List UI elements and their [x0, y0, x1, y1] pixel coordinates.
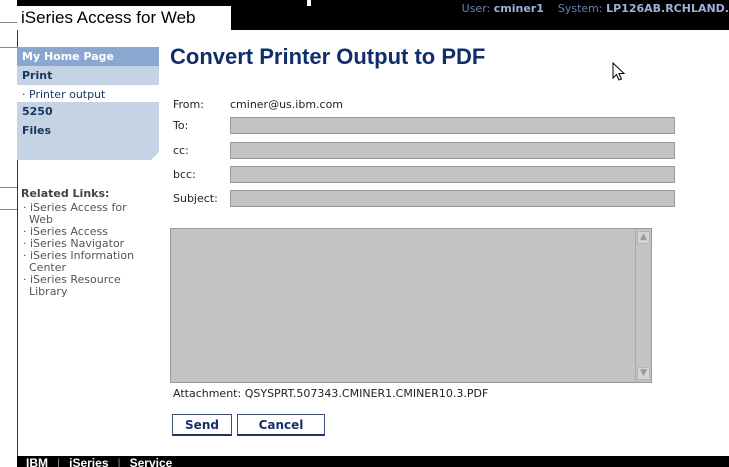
footer-bar: IBM | iSeries | Service	[17, 456, 729, 467]
footer-link-ibm[interactable]: IBM	[17, 456, 57, 467]
related-link-resource-library[interactable]: · iSeries Resource Library	[21, 274, 151, 298]
nav-item-printer-output[interactable]: · Printer output	[17, 85, 159, 102]
banner-decoration	[307, 0, 311, 6]
textarea-scrollbar[interactable]: ▲ ▼	[635, 229, 651, 382]
system-value: LP126AB.RCHLAND.	[606, 2, 729, 15]
user-value: cminer1	[493, 2, 544, 15]
subject-label: Subject:	[173, 192, 218, 205]
header-banner: iSeries Access for Web User: cminer1 Sys…	[17, 0, 729, 30]
related-link-access-for-web[interactable]: · iSeries Access for Web	[21, 202, 151, 226]
related-link-label: iSeries Access for Web	[29, 201, 127, 226]
nav-item-print[interactable]: Print	[17, 66, 159, 85]
related-links-title: Related Links:	[21, 187, 110, 200]
nav-menu-tail	[17, 140, 159, 160]
cc-label: cc:	[173, 144, 189, 157]
chevron-up-icon[interactable]: ▲	[637, 231, 650, 244]
to-field[interactable]	[230, 117, 675, 134]
send-button[interactable]: Send	[172, 414, 232, 436]
chevron-down-icon[interactable]: ▼	[637, 367, 650, 380]
footer-link-iseries[interactable]: iSeries	[60, 456, 117, 467]
to-label: To:	[173, 119, 189, 132]
app-title: iSeries Access for Web	[17, 6, 231, 30]
system-label: System:	[557, 2, 603, 15]
divider	[0, 187, 17, 188]
divider	[0, 209, 17, 210]
related-link-information-center[interactable]: · iSeries Information Center	[21, 250, 151, 274]
subject-field[interactable]	[230, 190, 675, 207]
related-links-panel: Related Links: · iSeries Access for Web …	[21, 187, 151, 298]
bcc-label: bcc:	[173, 168, 196, 181]
attachment-info: Attachment: QSYSPRT.507343.CMINER1.CMINE…	[173, 387, 488, 400]
cc-field[interactable]	[230, 142, 675, 159]
from-value: cminer@us.ibm.com	[230, 98, 344, 111]
attachment-filename: QSYSPRT.507343.CMINER1.CMINER10.3.PDF	[244, 387, 489, 400]
nav-item-label: Printer output	[29, 88, 106, 101]
from-label: From:	[173, 98, 204, 111]
related-link-label: iSeries Resource Library	[29, 273, 121, 298]
nav-item-files[interactable]: Files	[17, 121, 159, 140]
footer-link-service[interactable]: Service	[121, 456, 182, 467]
bcc-field[interactable]	[230, 166, 675, 183]
nav-item-my-home-page[interactable]: My Home Page	[17, 47, 159, 66]
session-info: User: cminer1 System: LP126AB.RCHLAND.	[462, 2, 729, 15]
page-title: Convert Printer Output to PDF	[170, 44, 486, 69]
cancel-button[interactable]: Cancel	[237, 414, 325, 436]
related-link-label: iSeries Information Center	[29, 249, 135, 274]
mouse-pointer-icon	[612, 62, 626, 81]
nav-tail-corner	[151, 152, 159, 160]
message-body-textarea[interactable]: ▲ ▼	[170, 228, 652, 383]
user-label: User:	[461, 2, 491, 15]
attachment-label: Attachment:	[173, 387, 242, 400]
divider	[0, 22, 17, 23]
navigation-menu: My Home Page Print · Printer output 5250…	[17, 47, 159, 160]
divider	[0, 47, 17, 48]
nav-item-5250[interactable]: 5250	[17, 102, 159, 121]
left-window-edge	[0, 0, 18, 467]
